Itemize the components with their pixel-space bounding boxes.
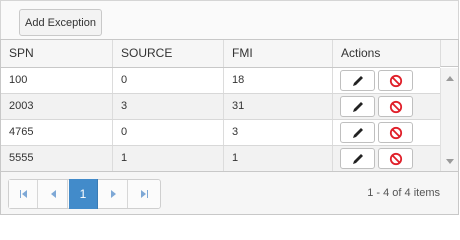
- cell-actions: [332, 94, 440, 119]
- cell-source: 0: [112, 120, 223, 145]
- previous-page-icon: [50, 190, 56, 198]
- cell-spn: 100: [9, 74, 28, 86]
- cell-actions: [332, 120, 440, 145]
- prohibited-icon: [389, 126, 402, 139]
- grid-body: 100 0 18 2003 3 31 4765 0 3 5555 1 1: [1, 68, 440, 172]
- pencil-icon: [352, 127, 363, 138]
- cell-source: 0: [112, 68, 223, 93]
- delete-button[interactable]: [378, 122, 413, 143]
- grid-header: SPN SOURCE FMI Actions: [1, 40, 440, 68]
- page-1-button[interactable]: 1: [69, 179, 98, 209]
- cell-spn: 4765: [9, 126, 34, 138]
- last-page-button[interactable]: [129, 180, 159, 208]
- prohibited-icon: [389, 152, 402, 165]
- cell-fmi: 3: [223, 120, 332, 145]
- delete-button[interactable]: [378, 148, 413, 169]
- header-scroll-filler: [440, 40, 458, 67]
- table-row[interactable]: 2003 3 31: [1, 94, 440, 120]
- cell-source: 3: [112, 94, 223, 119]
- cell-source: 1: [112, 146, 223, 171]
- edit-button[interactable]: [340, 148, 375, 169]
- cell-fmi: 1: [223, 146, 332, 171]
- column-header-actions: Actions: [332, 40, 440, 67]
- previous-page-button[interactable]: [39, 180, 68, 208]
- scroll-up-icon[interactable]: [446, 76, 454, 81]
- table-row[interactable]: 5555 1 1: [1, 146, 440, 172]
- edit-button[interactable]: [340, 96, 375, 117]
- grid-toolbar: Add Exception: [0, 0, 459, 40]
- pager-buttons: 1: [8, 172, 161, 215]
- add-exception-button[interactable]: Add Exception: [19, 9, 102, 36]
- delete-button[interactable]: [378, 96, 413, 117]
- first-page-icon: [19, 190, 27, 198]
- cell-fmi: 18: [223, 68, 332, 93]
- delete-button[interactable]: [378, 70, 413, 91]
- pencil-icon: [352, 101, 363, 112]
- vertical-scrollbar[interactable]: [440, 68, 458, 172]
- scroll-down-icon[interactable]: [446, 159, 454, 164]
- pager: 1 1 - 4 of 4 items: [1, 171, 458, 214]
- column-header-spn[interactable]: SPN: [1, 40, 112, 67]
- edit-button[interactable]: [340, 70, 375, 91]
- cell-actions: [332, 68, 440, 93]
- pencil-icon: [352, 75, 363, 86]
- prohibited-icon: [389, 74, 402, 87]
- last-page-icon: [140, 190, 148, 198]
- prohibited-icon: [389, 100, 402, 113]
- first-page-button[interactable]: [9, 180, 38, 208]
- pencil-icon: [352, 153, 363, 164]
- table-row[interactable]: 4765 0 3: [1, 120, 440, 146]
- next-page-button[interactable]: [99, 180, 128, 208]
- table-row[interactable]: 100 0 18: [1, 68, 440, 94]
- column-header-fmi[interactable]: FMI: [223, 40, 332, 67]
- cell-fmi: 31: [223, 94, 332, 119]
- column-header-source[interactable]: SOURCE: [112, 40, 223, 67]
- edit-button[interactable]: [340, 122, 375, 143]
- next-page-icon: [110, 190, 116, 198]
- cell-spn: 5555: [9, 152, 34, 164]
- exceptions-grid: SPN SOURCE FMI Actions 100 0 18 2003 3 3…: [0, 39, 459, 215]
- cell-actions: [332, 146, 440, 171]
- cell-spn: 2003: [9, 100, 34, 112]
- pager-info: 1 - 4 of 4 items: [367, 187, 440, 199]
